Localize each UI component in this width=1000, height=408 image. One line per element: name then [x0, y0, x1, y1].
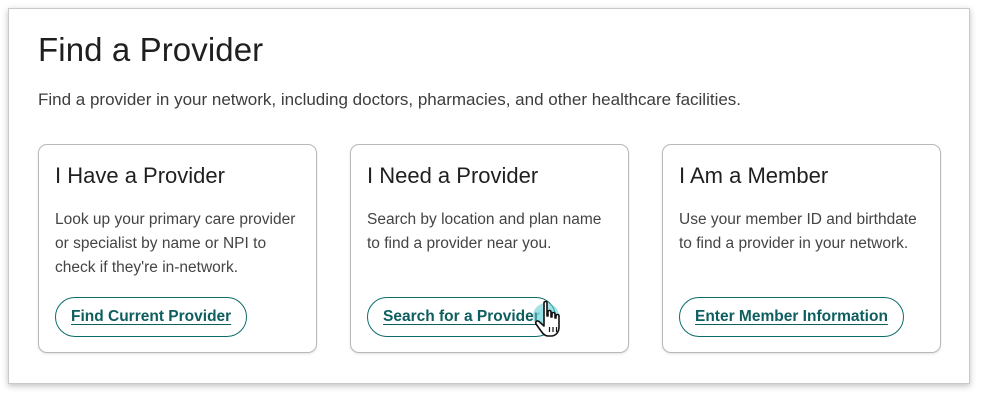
card-description: Look up your primary care provider or sp…: [55, 211, 296, 276]
enter-member-information-button[interactable]: Enter Member Information: [679, 297, 904, 337]
card-description: Search by location and plan name to find…: [367, 211, 602, 252]
card-title: I Need a Provider: [367, 163, 539, 188]
hand-pointer-icon: [533, 300, 560, 337]
page-title: Find a Provider: [38, 31, 264, 68]
card-need-provider: I Need a Provider Search by location and…: [350, 144, 629, 353]
find-current-provider-button[interactable]: Find Current Provider: [55, 297, 248, 337]
card-description: Use your member ID and birthdate to find…: [679, 211, 917, 252]
card-title: I Am a Member: [679, 163, 829, 188]
card-title: I Have a Provider: [55, 163, 225, 188]
card-have-provider: I Have a Provider Look up your primary c…: [38, 144, 317, 353]
find-provider-panel: Find a Provider Find a provider in your …: [8, 8, 970, 384]
card-am-member: I Am a Member Use your member ID and bir…: [662, 144, 941, 353]
page-subtitle: Find a provider in your network, includi…: [38, 90, 742, 109]
